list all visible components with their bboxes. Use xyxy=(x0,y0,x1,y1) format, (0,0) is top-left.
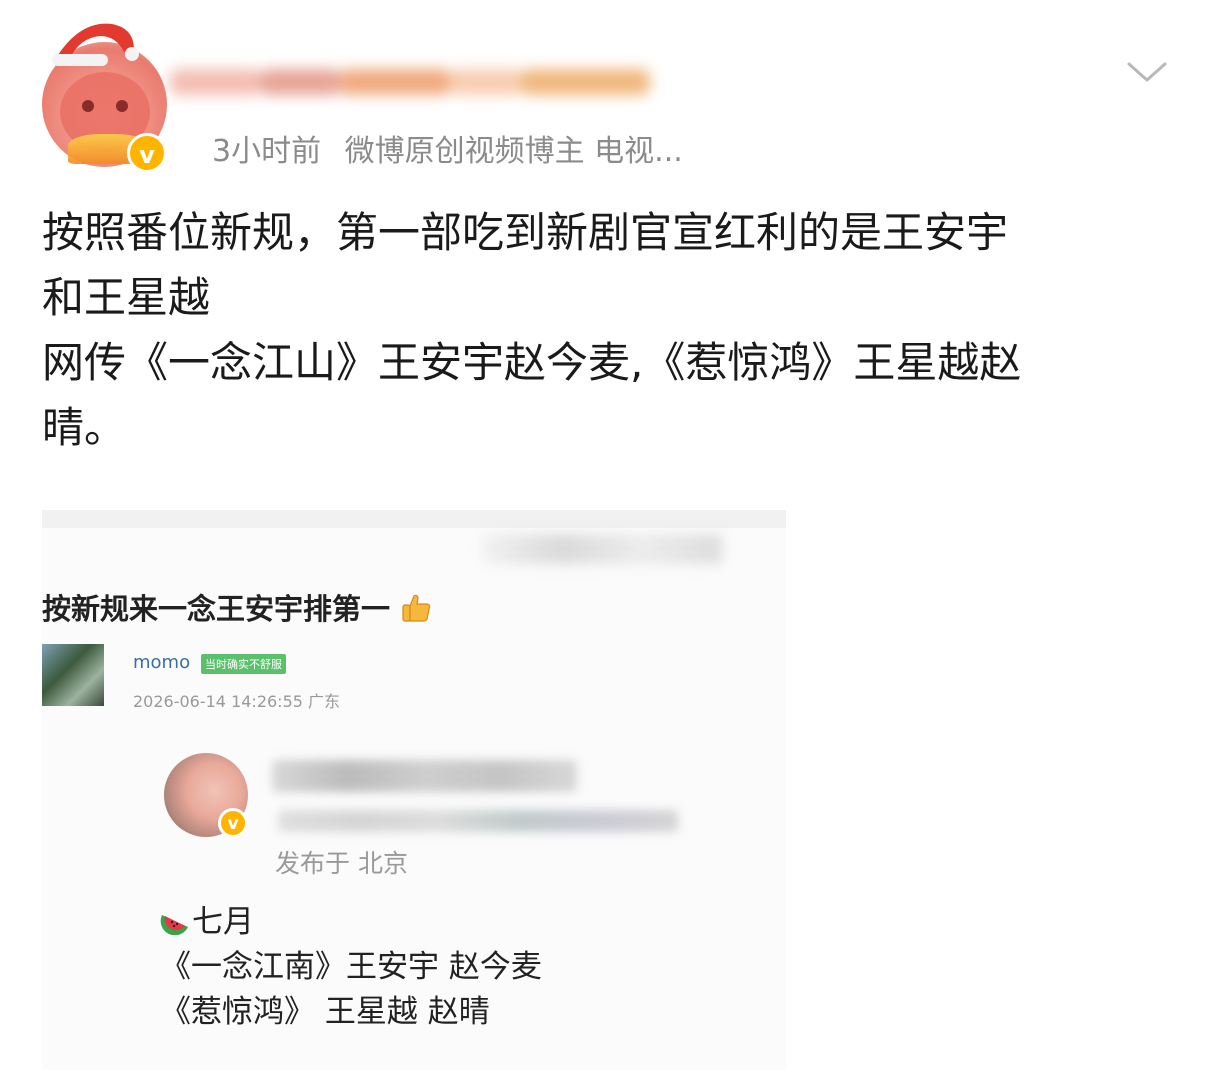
commenter-name[interactable]: momo xyxy=(133,652,190,673)
quoted-body: 七月 《一念江南》王安宇 赵今麦 《惹惊鸿》 王星越 赵晴 xyxy=(160,900,542,1035)
verified-icon: v xyxy=(218,808,248,838)
post-text-line: 网传《一念江山》王安宇赵今麦,《惹惊鸿》王星越赵 xyxy=(42,338,1022,387)
image-title-text: 按新规来一念王安宇排第一 xyxy=(42,592,391,626)
image-top-strip xyxy=(42,510,786,528)
commenter-avatar[interactable] xyxy=(42,644,104,706)
quoted-line: 《惹惊鸿》 王星越 赵晴 xyxy=(160,994,490,1030)
image-title: 按新规来一念王安宇排第一 xyxy=(42,586,432,628)
santa-hat-icon xyxy=(52,23,139,66)
author-title: 微博原创视频博主 电视... xyxy=(344,134,683,169)
thumbs-up-icon xyxy=(402,594,431,622)
chevron-down-icon[interactable] xyxy=(1126,58,1168,86)
verified-icon: v xyxy=(127,133,167,173)
commenter-tag: 当时确实不舒服 xyxy=(201,654,286,674)
quoted-meta-blurred xyxy=(278,810,678,832)
author-name[interactable] xyxy=(170,55,660,115)
avatar-eye xyxy=(82,100,94,112)
comment-timestamp: 2026-06-14 14:26:55 广东 xyxy=(133,692,341,711)
quoted-line-text: 七月 xyxy=(192,904,254,940)
quoted-location: 发布于 北京 xyxy=(275,849,408,878)
post-meta: 3小时前 微博原创视频博主 电视... xyxy=(212,126,697,170)
post-text-line: 晴。 xyxy=(42,403,127,452)
post-time: 3小时前 xyxy=(212,134,322,169)
post-body: 按照番位新规，第一部吃到新剧官宣红利的是王安宇 和王星越 网传《一念江山》王安宇… xyxy=(42,200,1172,460)
post-text-line: 和王星越 xyxy=(42,273,211,322)
blurred-region xyxy=(482,534,722,564)
quoted-line: 《一念江南》王安宇 赵今麦 xyxy=(160,949,542,985)
watermelon-icon xyxy=(160,915,188,935)
quoted-line: 七月 xyxy=(160,900,542,945)
avatar-eye xyxy=(116,100,128,112)
attached-image[interactable]: 按新规来一念王安宇排第一 momo 当时确实不舒服 2026-06-14 14:… xyxy=(42,510,786,1070)
post-text-line: 按照番位新规，第一部吃到新剧官宣红利的是王安宇 xyxy=(42,208,1009,257)
post-header: v 3小时前 微博原创视频博主 电视... xyxy=(0,0,1206,190)
quoted-name-blurred xyxy=(272,760,577,792)
